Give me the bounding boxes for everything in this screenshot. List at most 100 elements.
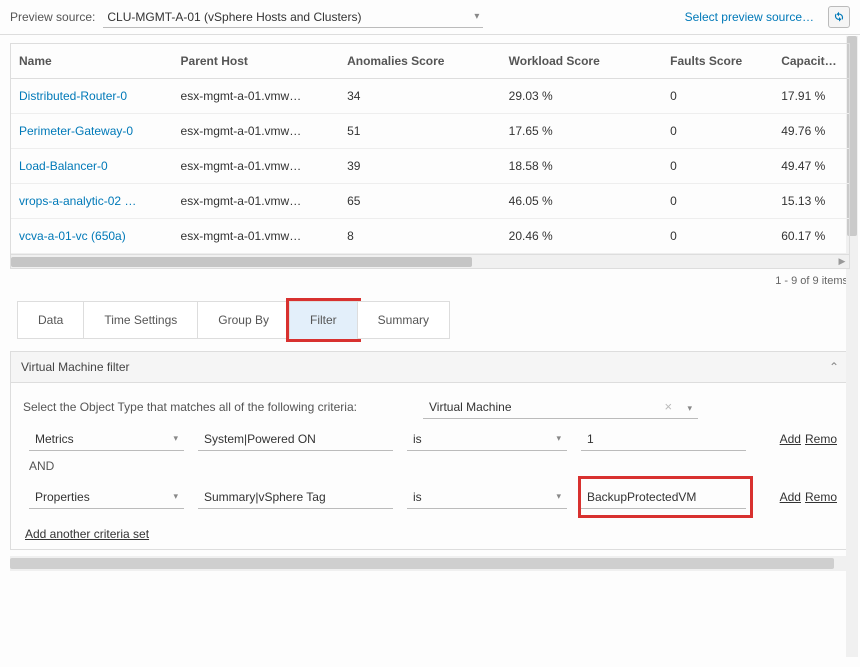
tab-group-by[interactable]: Group By	[197, 301, 290, 339]
row-name-link[interactable]: vcva-a-01-vc (650a)	[11, 219, 173, 254]
row-faults: 0	[662, 184, 773, 219]
criteria-subtype-value: System|Powered ON	[204, 432, 316, 446]
scroll-thumb[interactable]	[11, 257, 472, 267]
criteria-subtype-value: Summary|vSphere Tag	[204, 490, 326, 504]
criteria-type-value: Metrics	[35, 432, 74, 446]
criteria-subtype-select[interactable]: System|Powered ON	[198, 427, 393, 451]
criteria-and-label: AND	[29, 459, 837, 473]
criteria-operator-select[interactable]: is▾	[407, 427, 567, 451]
collapse-icon[interactable]: ⌃	[829, 360, 839, 374]
filter-panel-title: Virtual Machine filter	[21, 360, 130, 374]
object-type-row: Select the Object Type that matches all …	[23, 395, 837, 419]
criteria-value-wrap: 1	[581, 427, 746, 451]
row-anomalies: 34	[339, 79, 501, 114]
table-horizontal-scrollbar[interactable]: ◀ ▶	[11, 254, 849, 268]
row-capacity: 15.13 %	[773, 184, 849, 219]
column-header-parent[interactable]: Parent Host	[173, 44, 340, 79]
criteria-add-link[interactable]: Add	[780, 490, 801, 504]
object-type-instruction: Select the Object Type that matches all …	[23, 398, 413, 416]
criteria-actions: Add Remo	[776, 490, 837, 504]
row-parent: esx-mgmt-a-01.vmw…	[173, 79, 340, 114]
filter-panel-header[interactable]: Virtual Machine filter ⌃	[11, 352, 849, 383]
row-name-link[interactable]: vrops-a-analytic-02 …	[11, 184, 173, 219]
criteria-operator-value: is	[413, 490, 422, 504]
column-header-capacity[interactable]: Capacity R	[773, 44, 849, 79]
criteria-type-value: Properties	[35, 490, 90, 504]
data-table: Name Parent Host Anomalies Score Workloa…	[11, 44, 849, 254]
tab-data[interactable]: Data	[17, 301, 84, 339]
criteria-remove-link[interactable]: Remo	[805, 490, 837, 504]
chevron-down-icon: ▾	[173, 491, 178, 502]
criteria-value-input[interactable]: BackupProtectedVM	[581, 485, 746, 509]
criteria-value-input[interactable]: 1	[581, 427, 746, 451]
row-parent: esx-mgmt-a-01.vmw…	[173, 219, 340, 254]
row-faults: 0	[662, 79, 773, 114]
filter-panel: Virtual Machine filter ⌃ Select the Obje…	[10, 351, 850, 550]
row-capacity: 49.76 %	[773, 114, 849, 149]
clear-object-type-icon[interactable]: ×	[665, 399, 673, 414]
scroll-right-arrow-icon[interactable]: ▶	[835, 255, 849, 268]
preview-source-select[interactable]: CLU-MGMT-A-01 (vSphere Hosts and Cluster…	[103, 7, 483, 28]
criteria-row: Metrics ▾ System|Powered ON is▾ 1 Add Remo	[29, 427, 837, 451]
criteria-subtype-select[interactable]: Summary|vSphere Tag	[198, 485, 393, 509]
refresh-icon	[832, 10, 846, 24]
criteria-actions: Add Remo	[776, 432, 837, 446]
criteria-type-select[interactable]: Metrics ▾	[29, 427, 184, 451]
row-capacity: 49.47 %	[773, 149, 849, 184]
criteria-value: 1	[587, 432, 594, 446]
column-header-workload[interactable]: Workload Score	[501, 44, 663, 79]
row-faults: 0	[662, 219, 773, 254]
chevron-down-icon: ▾	[173, 433, 178, 444]
criteria-operator-select[interactable]: is ▾	[407, 485, 567, 509]
table-row[interactable]: vrops-a-analytic-02 …esx-mgmt-a-01.vmw…6…	[11, 184, 849, 219]
row-workload: 46.05 %	[501, 184, 663, 219]
row-workload: 20.46 %	[501, 219, 663, 254]
row-parent: esx-mgmt-a-01.vmw…	[173, 184, 340, 219]
criteria-operator-value: is	[413, 432, 422, 446]
table-row[interactable]: Perimeter-Gateway-0esx-mgmt-a-01.vmw…511…	[11, 114, 849, 149]
row-name-link[interactable]: Distributed-Router-0	[11, 79, 173, 114]
filter-panel-body: Select the Object Type that matches all …	[11, 383, 849, 549]
row-faults: 0	[662, 149, 773, 184]
row-name-link[interactable]: Perimeter-Gateway-0	[11, 114, 173, 149]
table-row[interactable]: Load-Balancer-0esx-mgmt-a-01.vmw…3918.58…	[11, 149, 849, 184]
row-capacity: 17.91 %	[773, 79, 849, 114]
table-row[interactable]: Distributed-Router-0esx-mgmt-a-01.vmw…34…	[11, 79, 849, 114]
row-parent: esx-mgmt-a-01.vmw…	[173, 114, 340, 149]
preview-source-bar: Preview source: CLU-MGMT-A-01 (vSphere H…	[0, 0, 860, 35]
row-parent: esx-mgmt-a-01.vmw…	[173, 149, 340, 184]
row-anomalies: 51	[339, 114, 501, 149]
refresh-button[interactable]	[828, 6, 850, 28]
criteria-remove-link[interactable]: Remo	[805, 432, 837, 446]
object-type-value: Virtual Machine	[429, 400, 512, 414]
preview-source-value: CLU-MGMT-A-01 (vSphere Hosts and Cluster…	[107, 10, 361, 24]
object-type-select[interactable]: Virtual Machine × ▾	[423, 395, 698, 419]
column-header-anomalies[interactable]: Anomalies Score	[339, 44, 501, 79]
row-name-link[interactable]: Load-Balancer-0	[11, 149, 173, 184]
table-pager: 1 - 9 of 9 items	[0, 275, 848, 287]
criteria-value: BackupProtectedVM	[587, 490, 696, 504]
row-anomalies: 39	[339, 149, 501, 184]
preview-source-label: Preview source:	[10, 10, 95, 24]
row-workload: 29.03 %	[501, 79, 663, 114]
chevron-down-icon: ▾	[556, 491, 561, 502]
column-header-name[interactable]: Name	[11, 44, 173, 79]
tab-summary[interactable]: Summary	[357, 301, 450, 339]
bottom-scroll-thumb[interactable]	[10, 558, 834, 569]
row-anomalies: 65	[339, 184, 501, 219]
row-workload: 17.65 %	[501, 114, 663, 149]
select-preview-source-link[interactable]: Select preview source…	[685, 10, 814, 24]
row-faults: 0	[662, 114, 773, 149]
add-criteria-set-link[interactable]: Add another criteria set	[25, 527, 149, 541]
config-tabs: DataTime SettingsGroup ByFilterSummary	[18, 301, 850, 339]
tab-filter[interactable]: Filter	[289, 301, 358, 339]
row-anomalies: 8	[339, 219, 501, 254]
criteria-row: Properties ▾ Summary|vSphere Tag is ▾ BackupP…	[29, 479, 837, 515]
bottom-horizontal-scrollbar[interactable]	[10, 556, 850, 571]
tab-time-settings[interactable]: Time Settings	[83, 301, 198, 339]
column-header-faults[interactable]: Faults Score	[662, 44, 773, 79]
criteria-add-link[interactable]: Add	[780, 432, 801, 446]
chevron-down-icon: ▾	[474, 11, 479, 22]
criteria-type-select[interactable]: Properties ▾	[29, 485, 184, 509]
table-row[interactable]: vcva-a-01-vc (650a)esx-mgmt-a-01.vmw…820…	[11, 219, 849, 254]
